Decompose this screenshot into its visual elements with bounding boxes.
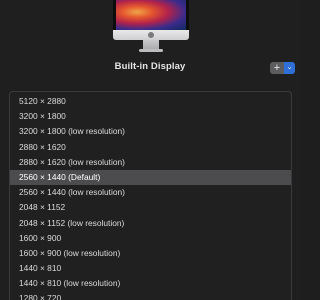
resolution-item[interactable]: 2880 × 1620 (low resolution) — [10, 155, 291, 170]
apple-logo-icon — [148, 32, 154, 38]
add-display-control: + ⌄ — [270, 62, 295, 74]
resolution-item[interactable]: 5120 × 2880 — [10, 94, 291, 109]
resolution-item[interactable]: 3200 × 1800 (low resolution) — [10, 124, 291, 139]
resolution-item-selected[interactable]: 2560 × 1440 (Default) — [10, 169, 291, 186]
resolution-item[interactable]: 1280 × 720 — [10, 291, 291, 300]
resolution-item[interactable]: 2560 × 1440 (low resolution) — [10, 185, 291, 200]
resolution-item[interactable]: 2048 × 1152 (low resolution) — [10, 216, 291, 231]
resolution-item[interactable]: 3200 × 1800 — [10, 109, 291, 124]
imac-display-icon — [113, 0, 189, 56]
wallpaper-preview — [116, 0, 186, 30]
resolution-list[interactable]: 5120 × 2880 3200 × 1800 3200 × 1800 (low… — [9, 91, 292, 300]
resolution-item[interactable]: 1600 × 900 — [10, 231, 291, 246]
add-button[interactable]: + — [270, 62, 284, 74]
add-menu-chevron-icon[interactable]: ⌄ — [284, 62, 295, 74]
resolution-item[interactable]: 2048 × 1152 — [10, 200, 291, 215]
resolution-item[interactable]: 1440 × 810 — [10, 261, 291, 276]
resolution-item[interactable]: 2880 × 1620 — [10, 140, 291, 155]
resolution-item[interactable]: 1440 × 810 (low resolution) — [10, 276, 291, 291]
display-name: Built-in Display — [114, 61, 186, 72]
display-stand-base — [139, 49, 163, 52]
display-settings-panel: Built-in Display + ⌄ 5120 × 2880 3200 × … — [0, 0, 300, 300]
resolution-item[interactable]: 1600 × 900 (low resolution) — [10, 246, 291, 261]
